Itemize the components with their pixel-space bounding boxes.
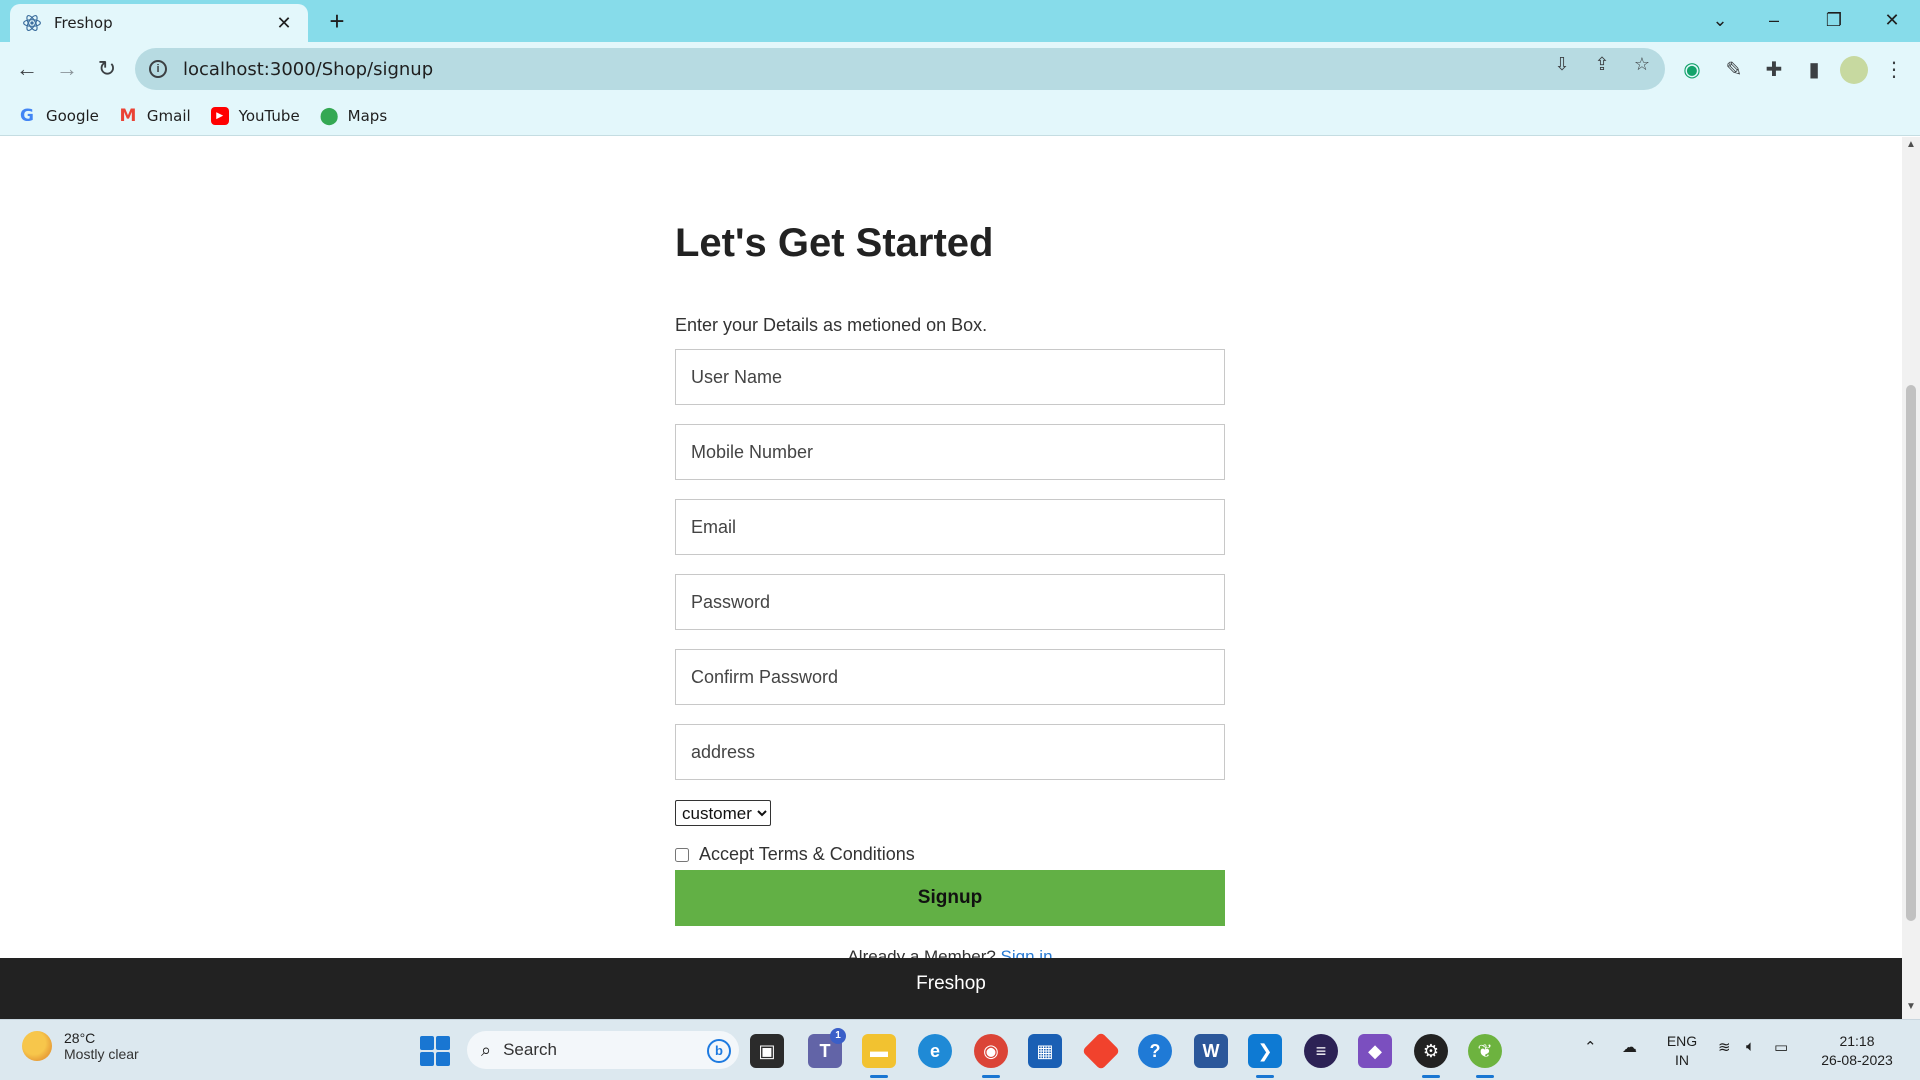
url-text: localhost:3000/Shop/signup: [183, 58, 434, 80]
scroll-up-icon[interactable]: ▲: [1902, 139, 1920, 155]
edge-icon[interactable]: e: [918, 1034, 952, 1068]
install-icon[interactable]: ⇩: [1550, 52, 1574, 76]
battery-icon[interactable]: ▭: [1774, 1038, 1788, 1056]
language-indicator[interactable]: ENG IN: [1664, 1032, 1700, 1070]
footer-brand: Freshop: [916, 973, 986, 994]
weather-condition: Mostly clear: [64, 1046, 139, 1062]
system-clock[interactable]: 21:18 26-08-2023: [1812, 1032, 1902, 1070]
bookmark-label: Gmail: [146, 106, 191, 125]
scrollbar-thumb[interactable]: [1906, 385, 1916, 921]
tray-overflow-icon[interactable]: ⌃: [1584, 1038, 1597, 1056]
mobile-number-input[interactable]: [675, 424, 1225, 480]
eyedropper-extension-icon[interactable]: ✎: [1720, 56, 1748, 84]
reload-icon[interactable]: ↻: [90, 52, 124, 86]
eclipse-icon[interactable]: ≡: [1304, 1034, 1338, 1068]
weather-moon-icon: [22, 1031, 52, 1061]
bookmark-star-icon[interactable]: ☆: [1630, 52, 1654, 76]
tab-title: Freshop: [54, 14, 113, 32]
store-icon[interactable]: ▦: [1028, 1034, 1062, 1068]
bookmarks-bar: G Google M Gmail ▶ YouTube ⬤ Maps: [0, 96, 1920, 136]
windows-taskbar: 28°C Mostly clear ⌕ Search b ▣ 1T ▬ e ◉ …: [0, 1019, 1920, 1080]
gmail-icon: M: [119, 105, 137, 126]
visual-studio-icon[interactable]: ◆: [1358, 1034, 1392, 1068]
word-icon[interactable]: W: [1194, 1034, 1228, 1068]
youtube-icon: ▶: [210, 106, 229, 125]
profile-avatar[interactable]: [1840, 56, 1868, 84]
terms-checkbox[interactable]: [675, 847, 689, 862]
member-text: Already a Member?: [847, 947, 996, 958]
weather-temp: 28°C: [64, 1030, 96, 1046]
form-subtitle: Enter your Details as metioned on Box.: [675, 315, 988, 335]
side-panel-icon[interactable]: ▮: [1800, 56, 1828, 84]
share-icon[interactable]: ⇪: [1590, 52, 1614, 76]
task-view-icon[interactable]: ▣: [750, 1034, 784, 1068]
browser-tab[interactable]: Freshop ✕: [10, 4, 308, 42]
page-title: Let's Get Started: [675, 221, 994, 265]
username-input[interactable]: [675, 349, 1225, 405]
restore-icon[interactable]: ❐: [1806, 4, 1862, 36]
bookmark-google[interactable]: G Google: [18, 107, 99, 125]
new-tab-icon[interactable]: +: [322, 8, 352, 36]
onedrive-cloud-icon[interactable]: ☁: [1622, 1038, 1637, 1056]
site-info-icon[interactable]: i: [149, 60, 167, 78]
address-input[interactable]: [675, 724, 1225, 780]
forward-icon[interactable]: →: [50, 52, 84, 86]
terms-row[interactable]: Accept Terms & Conditions: [675, 844, 915, 865]
volume-icon[interactable]: 🔈︎: [1746, 1038, 1755, 1055]
wifi-icon[interactable]: ≋: [1718, 1038, 1731, 1056]
teams-badge: 1: [830, 1028, 846, 1044]
close-window-icon[interactable]: ✕: [1864, 4, 1920, 36]
signin-prompt: Already a Member? Sign in: [675, 947, 1225, 958]
react-icon: [23, 15, 41, 31]
page-scrollbar[interactable]: ▲ ▼: [1902, 137, 1920, 1019]
search-label: Search: [503, 1040, 557, 1059]
grammarly-icon[interactable]: ◉: [1678, 56, 1706, 84]
chrome-icon[interactable]: ◉: [974, 1034, 1008, 1078]
maps-pin-icon: ⬤: [319, 105, 339, 126]
weather-widget[interactable]: 28°C Mostly clear: [22, 1030, 139, 1062]
file-explorer-icon[interactable]: ▬: [862, 1034, 896, 1078]
bing-icon[interactable]: b: [707, 1039, 731, 1063]
signin-link[interactable]: Sign in: [1001, 947, 1053, 958]
clock-time: 21:18: [1839, 1033, 1875, 1049]
lang-bottom: IN: [1675, 1052, 1689, 1068]
taskbar-search[interactable]: ⌕ Search b: [467, 1031, 739, 1069]
email-input[interactable]: [675, 499, 1225, 555]
bookmark-label: YouTube: [238, 106, 300, 125]
bookmark-gmail[interactable]: M Gmail: [119, 105, 191, 126]
password-input[interactable]: [675, 574, 1225, 630]
bookmark-maps[interactable]: ⬤ Maps: [320, 107, 387, 125]
teams-icon[interactable]: 1T: [808, 1028, 846, 1068]
help-icon[interactable]: ?: [1138, 1034, 1172, 1068]
extensions-icon[interactable]: ✚: [1760, 56, 1788, 84]
search-icon: ⌕: [481, 1039, 492, 1060]
menu-kebab-icon[interactable]: ⋮: [1880, 56, 1908, 84]
bookmark-label: Google: [46, 106, 99, 125]
role-select[interactable]: customer: [675, 800, 771, 826]
signup-button[interactable]: Signup: [675, 870, 1225, 926]
page-viewport: Let's Get Started Enter your Details as …: [0, 137, 1902, 958]
address-bar[interactable]: i localhost:3000/Shop/signup: [135, 48, 1665, 90]
github-desktop-icon[interactable]: ⚙: [1414, 1034, 1448, 1078]
scroll-down-icon[interactable]: ▼: [1902, 1001, 1920, 1017]
tab-search-icon[interactable]: ⌄: [1692, 4, 1748, 36]
browser-tabstrip: Freshop ✕ + ⌄ – ❐ ✕: [0, 0, 1920, 42]
back-icon[interactable]: ←: [10, 52, 44, 86]
tab-close-icon[interactable]: ✕: [272, 13, 296, 34]
lang-top: ENG: [1666, 1033, 1698, 1049]
page-footer: Freshop: [0, 958, 1902, 1019]
windows-start-icon[interactable]: [420, 1036, 450, 1066]
bookmark-label: Maps: [347, 106, 388, 125]
google-icon: G: [20, 105, 34, 126]
confirm-password-input[interactable]: [675, 649, 1225, 705]
vscode-icon[interactable]: ❯: [1248, 1034, 1282, 1078]
clock-date: 26-08-2023: [1821, 1052, 1893, 1068]
git-icon[interactable]: [1081, 1031, 1121, 1071]
spring-tool-icon[interactable]: ❦: [1468, 1034, 1502, 1078]
bookmark-youtube[interactable]: ▶ YouTube: [210, 106, 300, 125]
terms-label: Accept Terms & Conditions: [699, 844, 915, 864]
minimize-icon[interactable]: –: [1746, 4, 1802, 36]
browser-toolbar: ← → ↻ i localhost:3000/Shop/signup ⇩ ⇪ ☆…: [0, 42, 1920, 96]
